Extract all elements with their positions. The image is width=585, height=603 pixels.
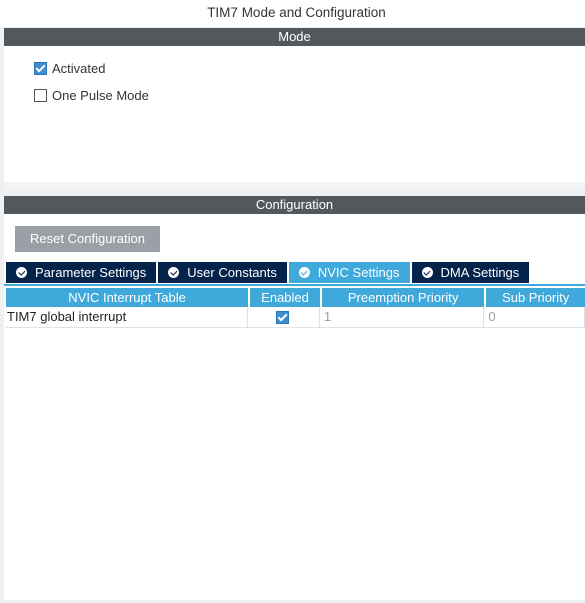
config-tabs: Parameter Settings User Constants NVIC S… — [6, 262, 531, 283]
interrupt-name-cell: TIM7 global interrupt — [6, 307, 249, 327]
nvic-table: NVIC Interrupt Table Enabled Preemption … — [6, 288, 585, 328]
tab-underline — [4, 284, 585, 286]
column-header-preemption-priority[interactable]: Preemption Priority — [321, 288, 485, 307]
mode-panel-footer — [4, 182, 585, 188]
tab-dma-settings[interactable]: DMA Settings — [411, 262, 530, 283]
reset-configuration-button[interactable]: Reset Configuration — [15, 226, 160, 252]
table-row[interactable]: TIM7 global interrupt 1 0 — [6, 307, 585, 328]
one-pulse-mode-label: One Pulse Mode — [52, 87, 149, 103]
tab-label: DMA Settings — [440, 265, 520, 280]
one-pulse-mode-checkbox[interactable] — [34, 88, 47, 102]
check-circle-icon — [421, 267, 433, 278]
tab-label: NVIC Settings — [317, 265, 400, 280]
enabled-cell[interactable] — [250, 307, 320, 327]
check-circle-icon — [168, 267, 180, 278]
sub-priority-cell[interactable]: 0 — [486, 307, 585, 327]
tab-label: User Constants — [187, 265, 277, 280]
activated-label: Activated — [52, 60, 106, 76]
tab-nvic-settings[interactable]: NVIC Settings — [288, 262, 410, 283]
one-pulse-mode-option[interactable]: One Pulse Mode — [34, 87, 149, 103]
column-header-interrupt[interactable]: NVIC Interrupt Table — [6, 288, 249, 307]
mode-header: Mode — [4, 28, 585, 46]
column-header-enabled[interactable]: Enabled — [250, 288, 320, 307]
configuration-header: Configuration — [4, 196, 585, 214]
activated-checkbox[interactable] — [34, 61, 47, 75]
check-circle-icon — [298, 267, 310, 278]
check-circle-icon — [16, 267, 27, 278]
window-title: TIM7 Mode and Configuration — [0, 0, 585, 27]
tab-parameter-settings[interactable]: Parameter Settings — [6, 262, 157, 283]
mode-panel: Activated One Pulse Mode — [4, 46, 585, 182]
enabled-checkbox[interactable] — [275, 310, 289, 324]
preemption-priority-cell[interactable]: 1 — [322, 307, 485, 327]
tab-user-constants[interactable]: User Constants — [158, 262, 287, 283]
tab-label: Parameter Settings — [35, 265, 147, 280]
tim7-config-window: TIM7 Mode and Configuration Mode Activat… — [0, 0, 585, 603]
nvic-table-header: NVIC Interrupt Table Enabled Preemption … — [6, 288, 585, 307]
configuration-panel: Reset Configuration Parameter Settings U… — [4, 214, 585, 600]
activated-option[interactable]: Activated — [34, 60, 105, 76]
column-header-sub-priority[interactable]: Sub Priority — [486, 288, 585, 307]
